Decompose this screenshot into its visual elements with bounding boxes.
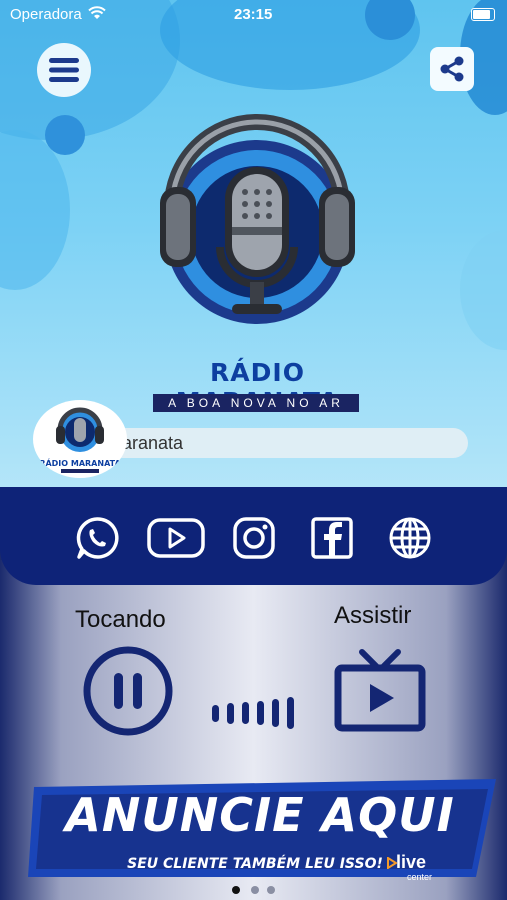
youtube-icon [147, 518, 205, 558]
page-dot-active[interactable] [232, 886, 240, 894]
ad-brand: live [396, 852, 427, 872]
ad-title: ANUNCIE AQUI [65, 788, 455, 842]
menu-button[interactable] [37, 43, 91, 97]
status-bar: Operadora 23:15 [0, 0, 507, 30]
share-button[interactable] [430, 47, 474, 91]
pause-button[interactable] [82, 645, 174, 737]
website-button[interactable] [386, 515, 434, 561]
social-links-bar [0, 487, 507, 585]
ad-brand-sub: center [407, 872, 433, 882]
wifi-icon [88, 6, 106, 19]
tv-play-icon [334, 649, 426, 732]
clock: 23:15 [234, 6, 273, 23]
whatsapp-icon [76, 517, 119, 559]
whatsapp-button[interactable] [73, 515, 121, 561]
brand-tagline: A BOA NOVA NO AR [153, 394, 359, 412]
globe-icon [389, 517, 431, 559]
audio-level-icon [212, 697, 294, 729]
battery-icon [471, 8, 495, 21]
page-dot[interactable] [251, 886, 259, 894]
instagram-button[interactable] [230, 515, 278, 561]
thumbnail-caption: RÁDIO MARANATA [39, 457, 121, 468]
decor-blob [460, 230, 507, 350]
page-indicator [230, 884, 280, 896]
facebook-button[interactable] [308, 515, 356, 561]
watch-button[interactable] [334, 648, 426, 732]
now-playing-thumbnail: RÁDIO MARANATA [33, 400, 127, 478]
ad-subtitle: SEU CLIENTE TAMBÉM LEU ISSO! [127, 856, 383, 872]
youtube-button[interactable] [145, 515, 207, 561]
thumbnail-logo: RÁDIO MARANATA [39, 407, 121, 473]
pause-icon [114, 673, 142, 709]
now-playing-title: aranata [108, 428, 468, 458]
playing-label: Tocando [75, 606, 166, 633]
hamburger-icon [49, 58, 79, 82]
page-dot[interactable] [267, 886, 275, 894]
share-icon [440, 56, 464, 82]
watch-label: Assistir [334, 602, 412, 629]
facebook-icon [311, 517, 353, 559]
carrier-label: Operadora [10, 6, 82, 23]
instagram-icon [233, 517, 275, 559]
